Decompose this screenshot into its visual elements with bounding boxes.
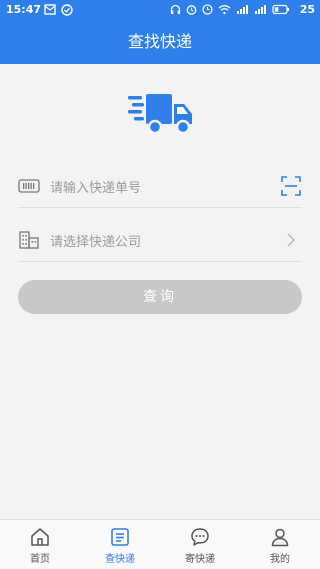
status-bar: 15:47 25 (0, 0, 320, 20)
user-icon (271, 528, 289, 547)
courier-company-row[interactable]: 请选择快递公司 (18, 218, 302, 262)
wifi-icon (218, 5, 231, 15)
tab-profile[interactable]: 我的 (240, 520, 320, 569)
scan-icon[interactable] (280, 175, 302, 197)
building-icon (19, 231, 39, 249)
tab-label: 寄快递 (185, 554, 215, 565)
chevron-right-icon[interactable] (280, 229, 302, 251)
chat-icon (191, 528, 209, 546)
headphones-icon (170, 4, 181, 14)
courier-company-select[interactable]: 请选择快递公司 (50, 231, 141, 250)
query-button[interactable]: 查询 (18, 280, 302, 314)
signal-icon (237, 5, 248, 14)
tab-send-package[interactable]: 寄快递 (160, 520, 240, 569)
battery-level: 25 (299, 3, 315, 16)
home-icon (31, 528, 49, 546)
mail-icon (44, 4, 56, 15)
tab-label: 查快递 (105, 554, 135, 565)
check-circle-icon (61, 4, 73, 16)
tracking-number-row[interactable]: 请输入快递单号 (18, 164, 302, 208)
barcode-icon (18, 179, 40, 193)
delivery-truck-icon (128, 94, 192, 135)
search-package-icon (111, 528, 129, 546)
clock-icon (202, 4, 213, 15)
tab-home[interactable]: 首页 (0, 520, 80, 569)
battery-icon (272, 4, 290, 15)
alarm-icon (186, 5, 197, 15)
tab-track-package[interactable]: 查快递 (80, 520, 160, 569)
app-header: 查找快递 (0, 20, 320, 64)
status-time: 15:47 (6, 3, 42, 16)
tab-label: 我的 (270, 554, 290, 565)
page-title: 查找快递 (127, 32, 192, 51)
tab-label: 首页 (30, 554, 50, 565)
tracking-number-input[interactable]: 请输入快递单号 (50, 177, 141, 196)
signal-2-icon (255, 5, 266, 14)
bottom-tab-bar: 首页 查快递 寄快递 我的 (0, 519, 320, 569)
